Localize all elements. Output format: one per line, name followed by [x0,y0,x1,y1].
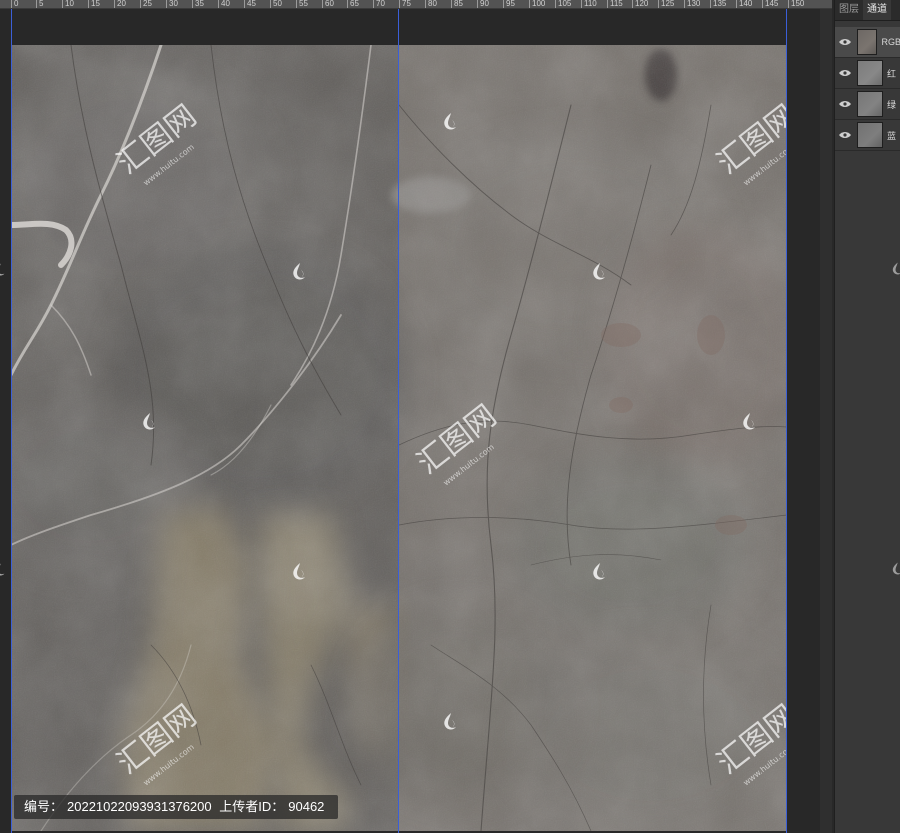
ruler-tick: 130 [684,0,700,8]
document-canvas[interactable]: 汇图网 www.huitu.com 汇图网 www.huitu.com 汇图网 … [11,45,787,831]
ruler-tick: 115 [607,0,623,8]
panel-tab-bar: 图层 通道 [835,0,900,21]
ruler-tick: 20 [114,0,126,8]
ruler-tick: 105 [555,0,571,8]
ruler-tick: 25 [140,0,152,8]
ruler-tick: 95 [503,0,515,8]
channel-thumbnail [857,29,878,55]
ruler-tick: 60 [322,0,334,8]
channel-row-blue[interactable]: 蓝 [835,120,900,151]
channel-label: 红 [887,68,897,79]
uploader-id: 90462 [288,799,325,814]
vertical-scrollbar[interactable] [820,9,832,833]
ruler-tick: 110 [581,0,597,8]
ruler-tick: 145 [762,0,778,8]
ruler-tick: 75 [399,0,411,8]
channel-label: RGB [881,37,900,47]
ruler-tick: 35 [192,0,204,8]
watermark-logo-icon [892,262,900,275]
ruler-tick: 65 [347,0,359,8]
eye-icon[interactable] [839,98,851,110]
ruler-tick: 140 [736,0,752,8]
ruler-tick: 55 [296,0,308,8]
eye-icon[interactable] [839,129,851,141]
watermark-logo-icon [0,263,5,276]
image-info-bar: 编号： 20221022093931376200 上传者ID： 90462 [14,795,339,819]
channel-row-green[interactable]: 绿 [835,89,900,120]
canvas-workspace[interactable]: 汇图网 www.huitu.com 汇图网 www.huitu.com 汇图网 … [0,9,832,833]
channel-row-rgb[interactable]: RGB [835,27,900,58]
channel-thumbnail [857,60,883,86]
ruler-tick: 70 [373,0,385,8]
vertical-guide[interactable] [11,9,12,833]
channel-row-red[interactable]: 红 [835,58,900,89]
ruler-tick: 30 [166,0,178,8]
ruler-tick: 135 [710,0,726,8]
horizontal-ruler[interactable]: 0 5 10 15 20 25 30 35 40 45 50 55 60 65 … [0,0,832,9]
marble-texture-image [11,45,787,831]
tab-layers[interactable]: 图层 [835,0,863,20]
ruler-tick: 10 [62,0,74,8]
info-id: 20221022093931376200 [67,799,212,814]
vertical-guide[interactable] [786,9,787,833]
watermark-logo-icon [0,563,5,576]
ruler-tick: 125 [658,0,674,8]
channel-label: 绿 [887,99,897,110]
ruler-tick: 100 [529,0,545,8]
eye-icon[interactable] [839,36,851,48]
ruler-tick: 80 [425,0,437,8]
ruler-tick: 90 [477,0,489,8]
ruler-tick: 40 [218,0,230,8]
eye-icon[interactable] [839,67,851,79]
photoshop-window: 0 5 10 15 20 25 30 35 40 45 50 55 60 65 … [0,0,900,833]
ruler-tick: 120 [632,0,648,8]
channel-label: 蓝 [887,130,897,141]
ruler-tick: 0 [11,0,18,8]
channel-thumbnail [857,91,883,117]
channel-thumbnail [857,122,883,148]
ruler-tick: 150 [788,0,804,8]
ruler-tick: 5 [36,0,43,8]
ruler-tick: 45 [244,0,256,8]
channels-panel: 图层 通道 RGB 红 绿 蓝 [834,0,900,833]
tab-channels[interactable]: 通道 [863,0,891,20]
ruler-tick: 50 [270,0,282,8]
vertical-guide[interactable] [398,9,399,833]
info-label: 编号： [24,799,64,814]
watermark-logo-icon [892,562,900,575]
uploader-label: 上传者ID： [219,799,285,814]
ruler-tick: 85 [451,0,463,8]
ruler-tick: 15 [88,0,100,8]
